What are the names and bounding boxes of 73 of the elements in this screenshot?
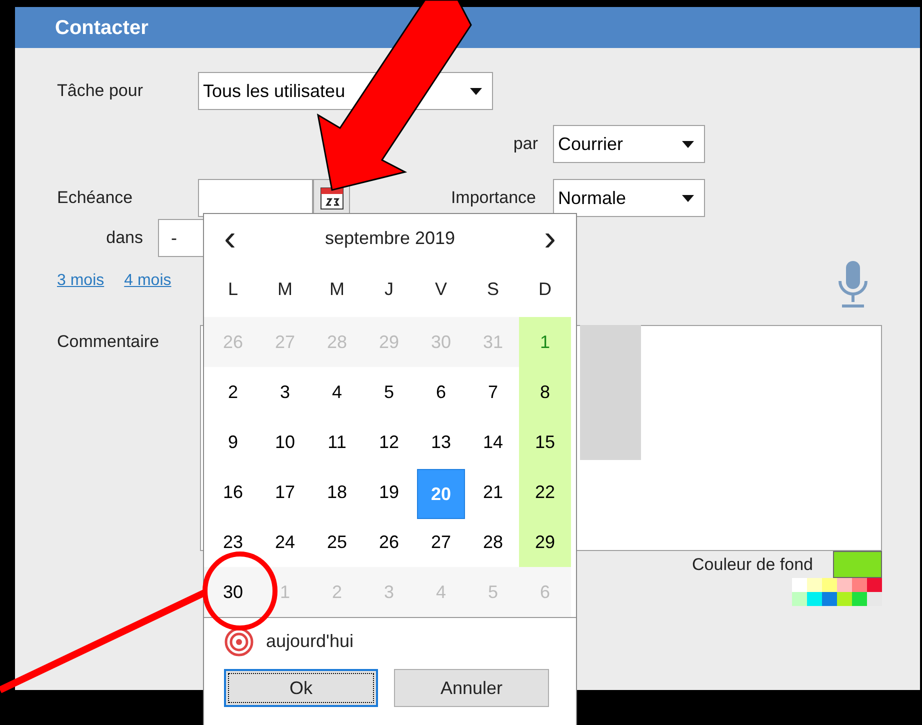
palette-color[interactable]: [822, 578, 837, 592]
palette-color[interactable]: [807, 578, 822, 592]
calendar-day[interactable]: 27: [415, 517, 467, 567]
calendar-day[interactable]: 5: [363, 367, 415, 417]
calendar-day[interactable]: 28: [467, 517, 519, 567]
quick-link[interactable]: 4 mois: [124, 269, 172, 293]
field-label: Commentaire: [57, 331, 160, 353]
calendar-day[interactable]: 12: [363, 417, 415, 467]
calendar-day[interactable]: 26: [363, 517, 415, 567]
calendar-day[interactable]: 10: [259, 417, 311, 467]
weekday-label: L: [226, 278, 239, 301]
dropdown-caret-icon: [470, 88, 482, 94]
field-label: par: [512, 133, 539, 156]
field-label: Couleur de fond: [692, 554, 813, 576]
color-swatch[interactable]: [833, 551, 882, 578]
weekday-label: V: [434, 278, 448, 301]
palette-color[interactable]: [792, 592, 807, 606]
previous-month-button[interactable]: ‹: [218, 220, 242, 256]
dropdown-caret-icon: [682, 140, 694, 148]
field-label: dans: [105, 227, 144, 250]
window-title: Contacter: [55, 16, 148, 40]
calendar-icon: [320, 186, 344, 210]
calendar-day[interactable]: 15: [519, 417, 571, 467]
quick-link[interactable]: 3 mois: [57, 269, 104, 293]
field-label: Echéance: [57, 187, 134, 210]
cancel-button[interactable]: Annuler: [394, 669, 549, 707]
calendar-day[interactable]: 6: [415, 367, 467, 417]
calendar-day[interactable]: 1: [519, 317, 571, 367]
calendar-day[interactable]: 29: [519, 517, 571, 567]
weekday-label: M: [276, 278, 294, 301]
calendar-day[interactable]: 4: [311, 367, 363, 417]
today-link[interactable]: aujourd'hui: [266, 628, 354, 655]
palette-color[interactable]: [837, 578, 852, 592]
palette-color[interactable]: [807, 592, 822, 606]
due-date-field[interactable]: [198, 179, 313, 217]
calendar-day[interactable]: 8: [519, 367, 571, 417]
palette-color[interactable]: [852, 578, 867, 592]
field-label: Tâche pour: [57, 80, 144, 102]
calendar-day[interactable]: 17: [259, 467, 311, 517]
palette-color[interactable]: [792, 578, 807, 592]
microphone-icon[interactable]: [837, 261, 869, 309]
target-icon: [224, 626, 254, 656]
weekday-label: S: [486, 278, 500, 301]
calendar-day[interactable]: 25: [311, 517, 363, 567]
palette-color[interactable]: [867, 578, 882, 592]
calendar-day[interactable]: 18: [311, 467, 363, 517]
calendar-day[interactable]: 21: [467, 467, 519, 517]
ok-button[interactable]: Ok: [224, 669, 378, 707]
dropdown-caret-icon: [682, 194, 694, 202]
weekday-label: M: [328, 278, 346, 301]
weekday-label: D: [538, 278, 552, 301]
channel-dropdown[interactable]: Courrier: [553, 125, 705, 163]
calendar-day[interactable]: 24: [259, 517, 311, 567]
field-label: Importance: [450, 187, 537, 210]
palette-color[interactable]: [837, 592, 852, 606]
calendar-day[interactable]: 22: [519, 467, 571, 517]
calendar-day[interactable]: 9: [207, 417, 259, 467]
month-title: septembre 2019: [324, 226, 456, 250]
calendar-day[interactable]: 23: [207, 517, 259, 567]
importance-dropdown[interactable]: Normale: [553, 179, 705, 217]
calendar-day[interactable]: 16: [207, 467, 259, 517]
calendar-day[interactable]: 19: [363, 467, 415, 517]
calendar-day[interactable]: 11: [311, 417, 363, 467]
palette-color[interactable]: [822, 592, 837, 606]
next-month-button[interactable]: ›: [538, 220, 562, 256]
calendar-day[interactable]: 7: [467, 367, 519, 417]
palette-color[interactable]: [852, 592, 867, 606]
calendar-day[interactable]: 3: [259, 367, 311, 417]
palette-color[interactable]: [867, 592, 882, 606]
weekday-label: J: [384, 278, 394, 301]
calendar-day[interactable]: 2: [207, 367, 259, 417]
calendar-day[interactable]: 14: [467, 417, 519, 467]
calendar-day[interactable]: 13: [415, 417, 467, 467]
